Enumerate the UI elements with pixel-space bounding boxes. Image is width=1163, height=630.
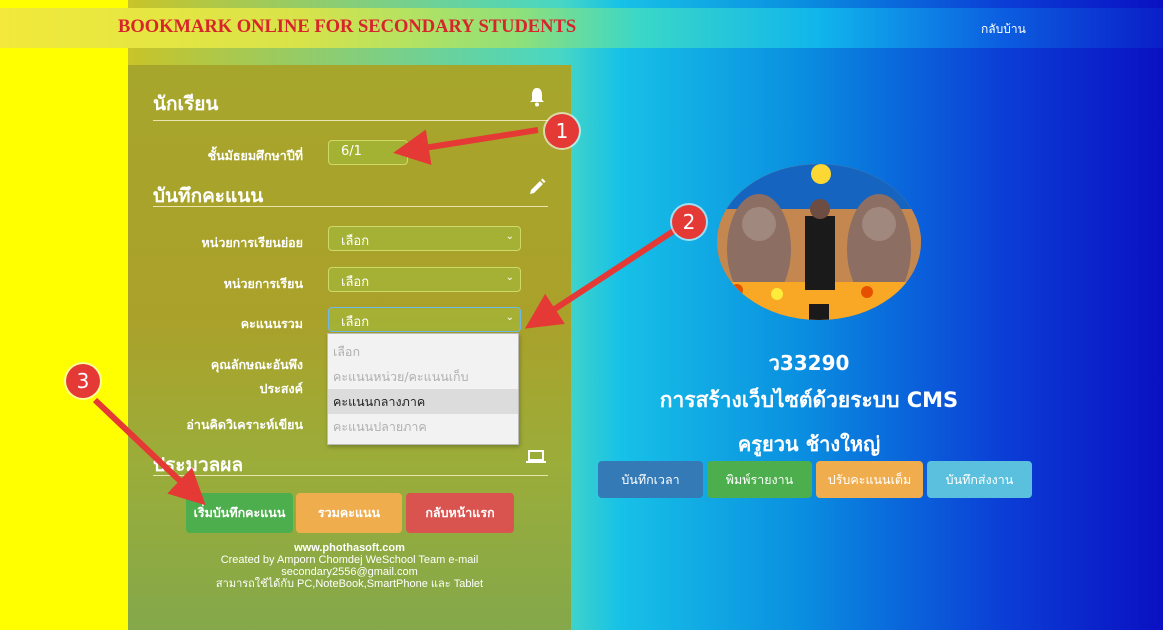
annotation-badge-1: 1 xyxy=(545,114,579,148)
annotation-arrows xyxy=(92,127,677,506)
arrow-2 xyxy=(524,227,677,329)
annotation-badge-2: 2 xyxy=(672,205,706,239)
arrow-1 xyxy=(393,127,539,166)
arrow-3 xyxy=(92,397,206,506)
annotation-badge-3: 3 xyxy=(66,364,100,398)
